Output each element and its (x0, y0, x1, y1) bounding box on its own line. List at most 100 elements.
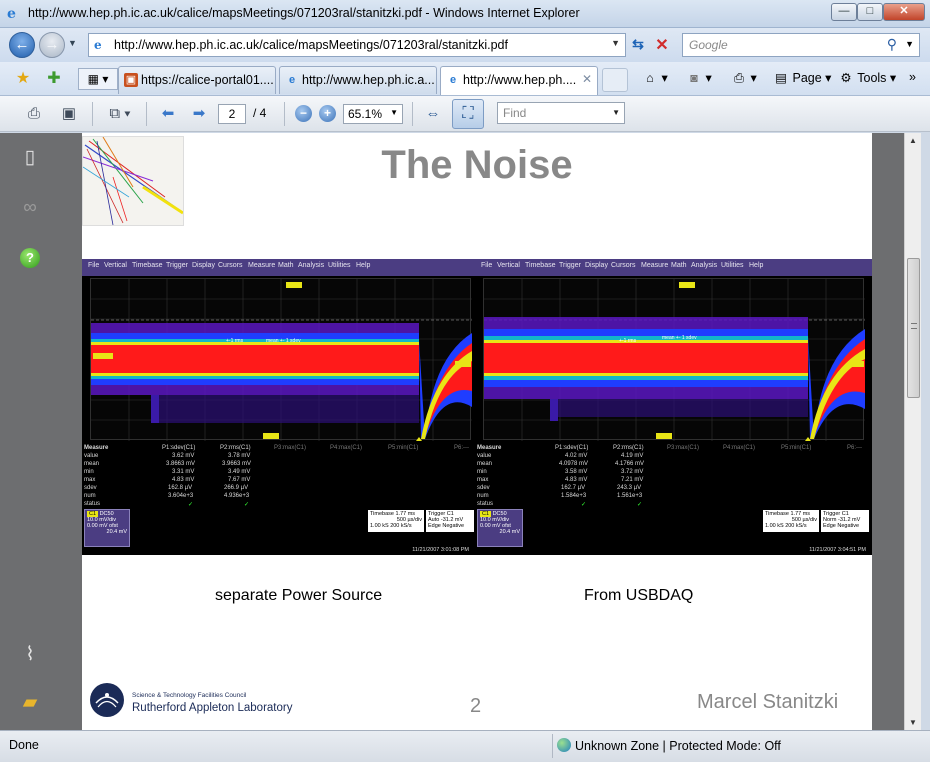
tab-label: https://calice-portal01.... (141, 73, 274, 87)
page-menu[interactable]: ▤ Page ▾ (773, 70, 831, 85)
minimize-button[interactable]: — (831, 3, 857, 21)
address-dropdown-icon[interactable]: ▼ (611, 38, 620, 48)
refresh-icon[interactable]: ⇆ (628, 36, 648, 56)
measure-value: 4.83 mV (565, 477, 588, 483)
measure-label: mean (477, 461, 493, 467)
vertical-scrollbar[interactable]: ▲ ▼ (904, 133, 921, 730)
binoculars-icon[interactable]: ∞ (17, 195, 43, 221)
globe-icon (557, 738, 571, 752)
pdf-save-icon[interactable]: ▣ (57, 103, 81, 125)
tab-close-icon[interactable]: ✕ (582, 72, 592, 86)
home-icon: ⌂ (646, 71, 654, 85)
attachments-icon[interactable]: ⌇ (17, 642, 43, 668)
search-input[interactable]: Google (689, 38, 728, 52)
security-zone[interactable]: Unknown Zone | Protected Mode: Off (552, 734, 920, 758)
address-bar[interactable]: e http://www.hep.ph.ic.ac.uk/calice/maps… (88, 33, 626, 57)
slide-page-number: 2 (470, 695, 482, 717)
caption-left: separate Power Source (215, 587, 383, 604)
search-icon[interactable]: ⚲ (887, 36, 897, 53)
maximize-button[interactable]: □ (857, 3, 883, 21)
comments-icon[interactable]: ▰ (17, 690, 43, 716)
new-tab-button[interactable] (602, 68, 628, 92)
scope-menu-bar: File Vertical Timebase Trigger Display C… (82, 259, 475, 276)
address-url[interactable]: http://www.hep.ph.ic.ac.uk/calice/mapsMe… (114, 38, 508, 52)
status-check-icon: ✓ (581, 502, 587, 508)
quick-tabs-button[interactable]: ▦ ▾ (78, 68, 118, 90)
add-favorite-icon[interactable]: ✚ (44, 69, 64, 89)
svg-text:+-1 rms: +-1 rms (226, 338, 244, 344)
forward-button[interactable]: → (39, 32, 65, 58)
zoom-value: 65.1% (348, 107, 383, 121)
measure-value: 3.8663 mV (166, 461, 196, 467)
print-button[interactable]: ⎙ ▾ (731, 70, 757, 86)
toolbar-divider (92, 102, 93, 126)
find-input[interactable]: Find ▼ (497, 102, 625, 124)
scope-menu-item: Utilities (721, 262, 744, 269)
toolbar-divider (146, 102, 147, 126)
search-box[interactable]: Google ⚲ ▼ (682, 33, 920, 57)
back-button[interactable]: ← (9, 32, 35, 58)
gear-icon: ⚙ (840, 71, 852, 85)
measure-label: sdev (84, 485, 97, 491)
previous-page-icon[interactable]: ⬅ (156, 103, 180, 125)
printer-icon: ⎙ (733, 71, 744, 85)
tools-menu[interactable]: ⚙ Tools ▾ (838, 70, 896, 85)
favorites-star-icon[interactable]: ★ (13, 69, 33, 89)
caption-right: From USBDAQ (584, 587, 694, 604)
pdf-print-icon[interactable]: ⎙ (22, 103, 46, 125)
zoom-in-icon[interactable]: + (319, 105, 336, 122)
slide-author: Marcel Stanitzki (697, 691, 839, 713)
page-menu-label: Page (792, 71, 822, 85)
scope-menu-item: File (88, 262, 100, 269)
page-menu-icon: ▤ (775, 71, 787, 85)
scope-menu-item: Analysis (298, 262, 325, 269)
fit-page-icon[interactable]: ⛶ (452, 99, 484, 129)
close-button[interactable]: ✕ (883, 3, 925, 21)
measure-header: P3:max(C1) (667, 445, 700, 451)
scope-screen: +-1 rms mean +- 1 sdev (483, 278, 865, 441)
stop-icon[interactable]: ✕ (652, 35, 672, 55)
pages-icon[interactable]: ▯ (17, 145, 43, 171)
pdf-share-icon[interactable]: ⧉ ▾ (102, 103, 138, 125)
zoom-dropdown-icon[interactable]: ▼ (390, 108, 398, 117)
scope-waveform: +-1 rms mean +- 1 sdev (91, 279, 472, 441)
tab-calice-portal[interactable]: ▣ https://calice-portal01.... (118, 66, 276, 94)
pdf-toolbar: ⎙ ▣ ⧉ ▾ ⬅ ➡ 2 / 4 − + 65.1% ▼ ⇔ ⛶ Find ▼ (0, 96, 930, 132)
measure-value: 3.9663 mV (222, 461, 252, 467)
scroll-down-icon[interactable]: ▼ (909, 718, 917, 727)
zone-label: Unknown Zone | Protected Mode: Off (575, 739, 781, 753)
recent-pages-dropdown-icon[interactable]: ▼ (68, 38, 77, 48)
overflow-chevron[interactable]: » (909, 70, 916, 84)
measure-value: 3.62 mV (172, 453, 195, 459)
page-number-input[interactable]: 2 (218, 104, 246, 124)
zoom-out-icon[interactable]: − (295, 105, 312, 122)
scroll-up-icon[interactable]: ▲ (909, 136, 917, 145)
home-button[interactable]: ⌂ ▾ (642, 70, 668, 85)
find-dropdown-icon[interactable]: ▼ (612, 108, 620, 117)
feeds-button[interactable]: ◙ ▾ (686, 70, 712, 85)
zoom-select[interactable]: 65.1% ▼ (343, 104, 403, 124)
measure-value: 1.561e+3 (617, 493, 643, 499)
measure-value: 4.02 mV (565, 453, 588, 459)
scope-menu-item: Analysis (691, 262, 718, 269)
measure-header: P6:--- (847, 445, 862, 451)
scroll-thumb[interactable] (907, 258, 920, 398)
measure-value: 3.49 mV (228, 469, 251, 475)
measure-label: max (477, 477, 489, 483)
stfc-logo: Science & Technology Facilities Council … (90, 680, 300, 720)
tab-hep-active[interactable]: e http://www.hep.ph.... ✕ (440, 66, 598, 95)
timebase-label: Timebase (765, 511, 789, 517)
measure-label: status (84, 501, 101, 507)
navigation-pane: ▯ ∞ ? ⌇ ▰ (0, 133, 62, 730)
measure-value: 3.78 mV (228, 453, 251, 459)
tab-favicon: e (288, 74, 296, 86)
document-area: The Noise File Vertical Timebase Trigger… (62, 133, 904, 730)
measure-header: P2:rms(C1) (220, 445, 251, 451)
search-dropdown-icon[interactable]: ▼ (905, 39, 914, 49)
scope-waveform: +-1 rms mean +- 1 sdev (484, 279, 865, 441)
tab-hep-1[interactable]: e http://www.hep.ph.ic.a... (279, 66, 437, 94)
next-page-icon[interactable]: ➡ (187, 103, 211, 125)
fit-width-icon[interactable]: ⇔ (421, 103, 445, 125)
help-icon[interactable]: ? (17, 244, 43, 270)
toolbar-divider (284, 102, 285, 126)
